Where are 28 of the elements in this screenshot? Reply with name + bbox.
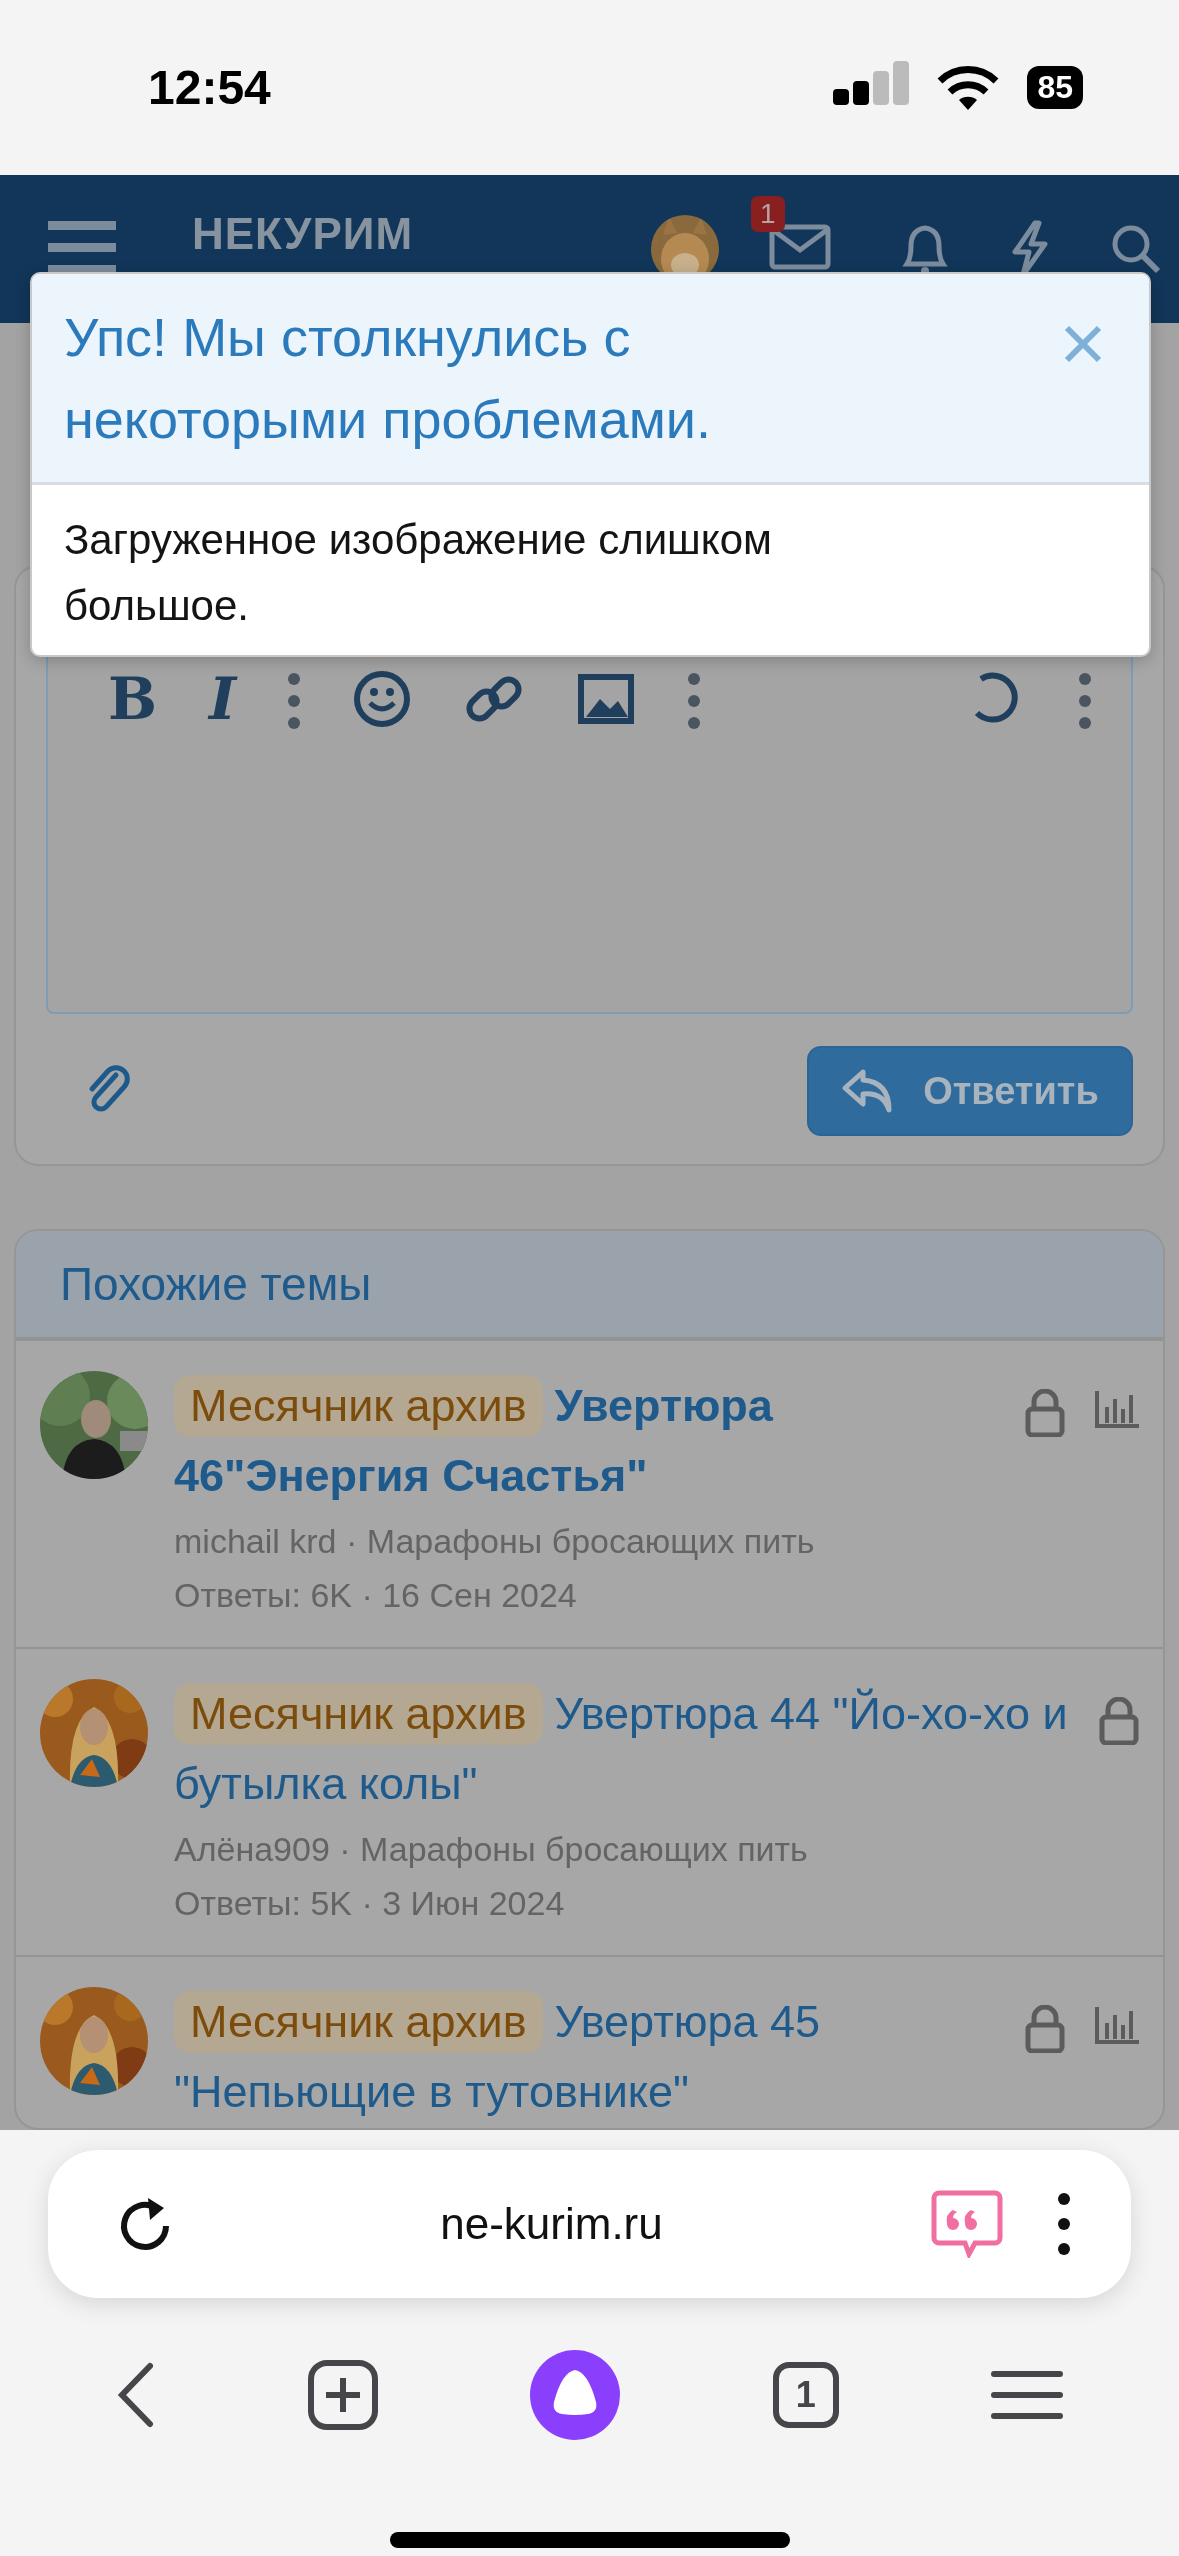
bold-button[interactable]: B (108, 669, 158, 729)
dialog-title: Упс! Мы столкнулись с некоторыми проблемами. (64, 306, 713, 451)
tabs-button[interactable]: 1 (772, 2362, 839, 2428)
clock: 12:54 (148, 60, 271, 115)
assistant-icon[interactable] (530, 2350, 621, 2440)
reload-icon[interactable] (118, 2196, 172, 2252)
more-icon[interactable] (1057, 2192, 1071, 2256)
thread-meta: michail krd · Марафоны бросающих пить (174, 1521, 816, 1562)
quote-bubble-icon[interactable] (931, 2190, 1003, 2258)
thread-title[interactable]: Месячник архив Увертюра 46"Энергия Счастья" (174, 1371, 999, 1511)
menu-icon[interactable] (990, 2370, 1063, 2420)
url-text[interactable]: ne-kurim.ru (172, 2199, 931, 2249)
address-bar[interactable]: ne-kurim.ru (48, 2150, 1131, 2298)
smiley-icon[interactable] (352, 669, 413, 729)
envelope-icon[interactable] (769, 224, 831, 270)
thread-meta: Алёна909 · Марафоны бросающих пить (174, 1829, 809, 1870)
battery-indicator: 85 (1027, 66, 1083, 109)
thread-title[interactable]: Месячник архив Увертюра 44 "Йо-хо-хо и бутылка колы" (174, 1679, 1073, 1819)
thread-stats: Ответы: 5K · 3 Июн 2024 (174, 1883, 566, 1924)
site-logo[interactable]: НЕКУРИМ (192, 213, 414, 255)
italic-button[interactable]: I (209, 669, 237, 729)
thread-title[interactable]: Месячник архив Увертюра 45 "Непьющие в тутовнике" (174, 1987, 999, 2127)
thread-stats: Ответы: 6K · 16 Сен 2024 (174, 1575, 578, 1616)
new-tab-icon[interactable] (308, 2360, 379, 2430)
reply-button[interactable]: Ответить (807, 1046, 1133, 1136)
search-icon[interactable] (1111, 224, 1161, 274)
section-title: Похожие темы (60, 1257, 372, 1311)
notification-badge: 1 (751, 196, 785, 232)
